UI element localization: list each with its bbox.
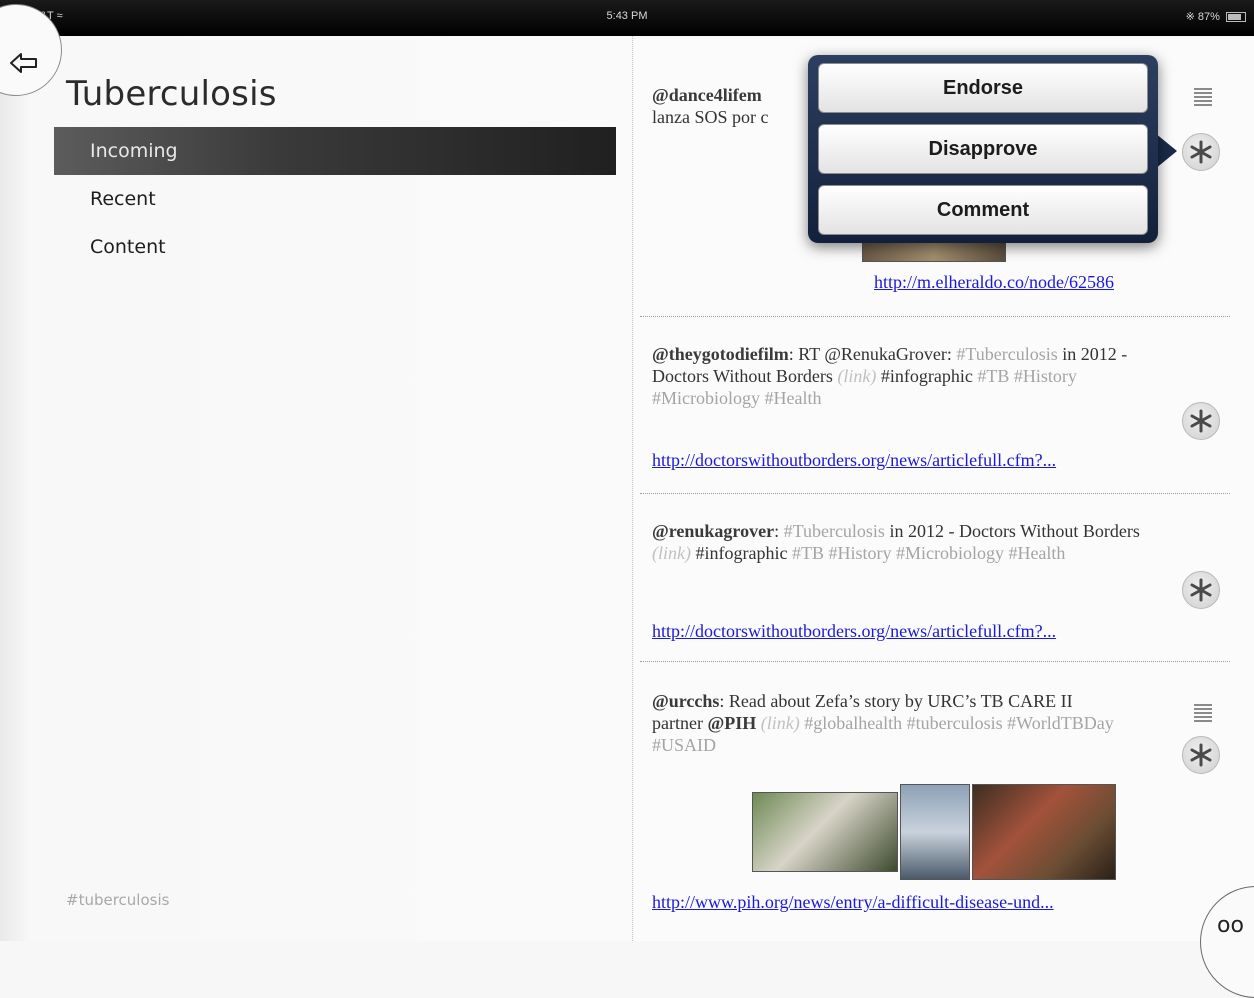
- asterisk-icon: [1190, 743, 1212, 767]
- clock: 5:43 PM: [606, 10, 648, 22]
- comment-button[interactable]: Comment: [818, 185, 1148, 235]
- post-link[interactable]: http://doctorswithoutborders.org/news/ar…: [652, 621, 1056, 642]
- post-user[interactable]: @theygotodiefilm: [652, 344, 789, 364]
- asterisk-icon: [1190, 409, 1212, 433]
- list-icon[interactable]: [1194, 704, 1212, 722]
- post-body-b: in 2012 - Doctors Without Borders: [884, 521, 1140, 541]
- sidebar-item-content[interactable]: Content: [54, 223, 616, 271]
- post-body-c: #infographic: [876, 366, 978, 386]
- post-hashtags: #TB #History #Microbiology #Health: [791, 543, 1066, 563]
- post-separator: [640, 661, 1230, 662]
- disapprove-button[interactable]: Disapprove: [818, 124, 1148, 174]
- post-user[interactable]: @dance4lifem: [652, 85, 762, 105]
- list-icon[interactable]: [1194, 88, 1212, 106]
- footer-hashtag: #tuberculosis: [66, 891, 170, 909]
- post-body-a: :: [774, 521, 784, 541]
- post-link-word[interactable]: (link): [652, 543, 691, 563]
- post-body-c: #infographic: [690, 543, 792, 563]
- sidebar-item-recent[interactable]: Recent: [54, 175, 616, 223]
- action-button[interactable]: [1182, 736, 1220, 774]
- post-mention[interactable]: @PIH: [707, 713, 756, 733]
- post-link-word[interactable]: (link): [761, 713, 800, 733]
- post-link[interactable]: http://m.elheraldo.co/node/62586: [874, 272, 1114, 293]
- sidebar-item-incoming[interactable]: Incoming: [54, 127, 616, 175]
- post-hashtag[interactable]: #Tuberculosis: [956, 344, 1057, 364]
- thumbnail-image[interactable]: [900, 784, 970, 880]
- asterisk-icon: [1190, 578, 1212, 602]
- battery-label: 87%: [1197, 11, 1220, 23]
- bluetooth-icon: ※: [1185, 11, 1195, 23]
- post-text: @urcchs: Read about Zefa’s story by URC’…: [652, 690, 1122, 756]
- view-toggle-icon: oo: [1217, 913, 1244, 938]
- action-button[interactable]: [1182, 571, 1220, 609]
- post-link[interactable]: http://doctorswithoutborders.org/news/ar…: [652, 450, 1056, 471]
- post-user[interactable]: @renukagrover: [652, 521, 774, 541]
- post-hashtag[interactable]: #Tuberculosis: [784, 521, 885, 541]
- thumbnail-image[interactable]: [972, 784, 1116, 880]
- panel-divider: [632, 36, 633, 941]
- post-separator: [640, 493, 1230, 494]
- post-text: @renukagrover: #Tuberculosis in 2012 - D…: [652, 520, 1142, 564]
- post-text: @theygotodiefilm: RT @RenukaGrover: #Tub…: [652, 343, 1142, 409]
- asterisk-icon: [1190, 140, 1212, 164]
- action-popover: Endorse Disapprove Comment: [808, 55, 1158, 243]
- post-body-a: : RT @RenukaGrover:: [788, 344, 957, 364]
- post-body: lanza SOS por c: [652, 107, 769, 127]
- post-separator: [640, 316, 1230, 317]
- status-right: ※ 87%: [1186, 10, 1246, 23]
- popover-arrow: [1155, 133, 1177, 169]
- status-bar: ●●● AT&T ≈ 5:43 PM ※ 87%: [0, 0, 1254, 36]
- page-title: Tuberculosis: [66, 74, 277, 114]
- post-user[interactable]: @urcchs: [652, 691, 719, 711]
- action-button[interactable]: [1182, 133, 1220, 171]
- sidebar: Tuberculosis Incoming Recent Content #tu…: [0, 4, 632, 941]
- battery-icon: [1226, 12, 1246, 23]
- sidebar-nav: Incoming Recent Content: [54, 127, 616, 271]
- endorse-button[interactable]: Endorse: [818, 63, 1148, 113]
- action-button[interactable]: [1182, 402, 1220, 440]
- post-link[interactable]: http://www.pih.org/news/entry/a-difficul…: [652, 892, 1054, 913]
- thumbnail-image[interactable]: [752, 792, 898, 872]
- back-arrow-icon: [10, 53, 37, 73]
- post-link-word[interactable]: (link): [837, 366, 876, 386]
